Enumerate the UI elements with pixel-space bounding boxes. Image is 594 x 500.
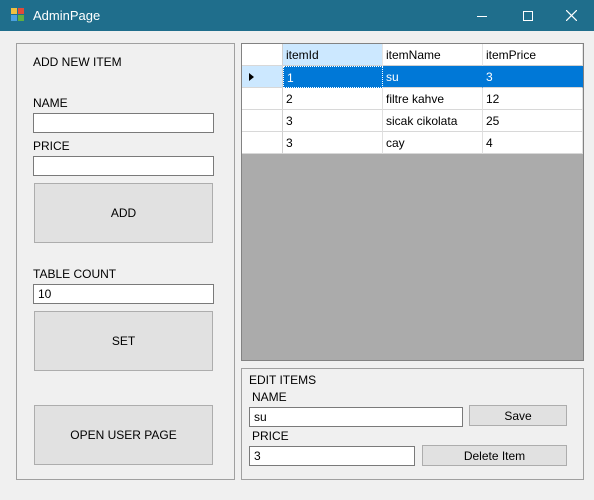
minimize-button[interactable] (459, 0, 505, 31)
items-data-grid[interactable]: itemId itemName itemPrice 1 su 3 2 filtr… (241, 43, 584, 361)
save-button[interactable]: Save (469, 405, 567, 426)
edit-price-label: PRICE (252, 429, 289, 443)
cell-itemprice[interactable]: 4 (483, 132, 583, 154)
cell-itemname[interactable]: sicak cikolata (383, 110, 483, 132)
grid-corner-header[interactable] (242, 44, 283, 66)
edit-name-input[interactable]: su (249, 407, 463, 427)
edit-name-label: NAME (252, 390, 287, 404)
grid-header-row: itemId itemName itemPrice (242, 44, 583, 66)
row-header[interactable] (242, 132, 283, 154)
add-item-header: ADD NEW ITEM (33, 55, 122, 69)
open-user-page-button[interactable]: OPEN USER PAGE (34, 405, 213, 465)
new-item-name-input[interactable] (33, 113, 214, 133)
row-header[interactable] (242, 66, 283, 88)
app-icon[interactable] (11, 8, 25, 22)
edit-price-input[interactable]: 3 (249, 446, 415, 466)
title-bar[interactable]: AdminPage (0, 0, 594, 31)
delete-item-button[interactable]: Delete Item (422, 445, 567, 466)
name-label: NAME (33, 96, 68, 110)
price-label: PRICE (33, 139, 70, 153)
edit-items-header: EDIT ITEMS (249, 373, 317, 387)
table-count-input[interactable]: 10 (33, 284, 214, 304)
new-item-price-input[interactable] (33, 156, 214, 176)
table-row[interactable]: 3 cay 4 (242, 132, 583, 154)
edit-items-panel: EDIT ITEMS NAME su Save PRICE 3 Delete I… (241, 368, 584, 480)
cell-itemname[interactable]: filtre kahve (383, 88, 483, 110)
row-header[interactable] (242, 88, 283, 110)
close-icon (565, 10, 577, 21)
add-item-panel: ADD NEW ITEM NAME PRICE ADD TABLE COUNT … (16, 43, 235, 480)
current-row-arrow-icon (249, 73, 254, 81)
close-button[interactable] (548, 0, 594, 31)
maximize-icon (523, 10, 533, 21)
cell-itemprice[interactable]: 12 (483, 88, 583, 110)
row-header[interactable] (242, 110, 283, 132)
cell-itemid[interactable]: 3 (283, 132, 383, 154)
cell-itemid[interactable]: 3 (283, 110, 383, 132)
add-button[interactable]: ADD (34, 183, 213, 243)
cell-itemprice[interactable]: 3 (483, 66, 583, 88)
column-header-itemid[interactable]: itemId (283, 44, 383, 66)
table-row[interactable]: 2 filtre kahve 12 (242, 88, 583, 110)
cell-itemprice[interactable]: 25 (483, 110, 583, 132)
window-title: AdminPage (33, 8, 101, 23)
minimize-icon (477, 15, 487, 17)
cell-itemid[interactable]: 1 (283, 66, 383, 88)
table-row[interactable]: 3 sicak cikolata 25 (242, 110, 583, 132)
column-header-itemname[interactable]: itemName (383, 44, 483, 66)
table-count-label: TABLE COUNT (33, 267, 117, 281)
window-client-area: ADD NEW ITEM NAME PRICE ADD TABLE COUNT … (0, 31, 594, 500)
cell-itemid[interactable]: 2 (283, 88, 383, 110)
column-header-itemprice[interactable]: itemPrice (483, 44, 583, 66)
cell-itemname[interactable]: su (383, 66, 483, 88)
table-row[interactable]: 1 su 3 (242, 66, 583, 88)
maximize-button[interactable] (505, 0, 551, 31)
cell-itemname[interactable]: cay (383, 132, 483, 154)
set-button[interactable]: SET (34, 311, 213, 371)
